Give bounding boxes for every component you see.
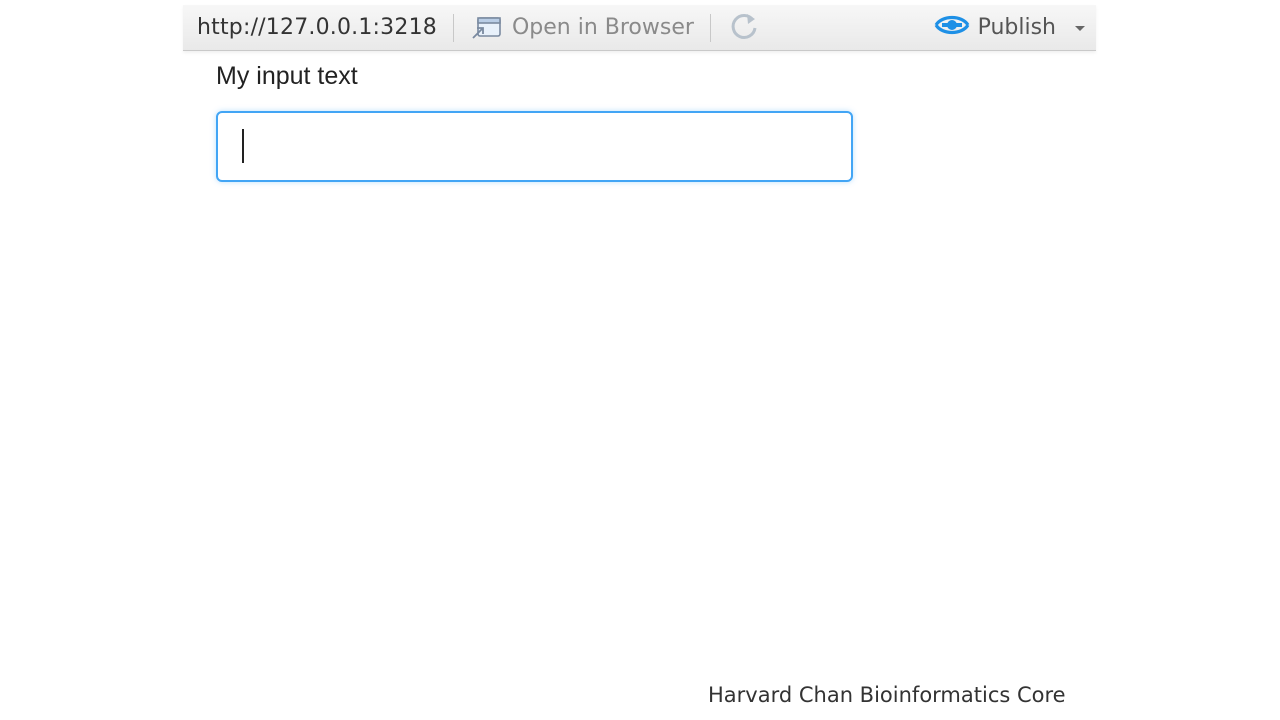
publish-label: Publish xyxy=(977,15,1056,40)
footer-credit: Harvard Chan Bioinformatics Core xyxy=(708,683,1066,707)
input-label: My input text xyxy=(216,62,358,90)
text-cursor xyxy=(242,129,244,163)
app-viewer-window: http://127.0.0.1:3218 Open in Browser Pu… xyxy=(0,0,1280,720)
chevron-down-icon xyxy=(1074,18,1086,37)
publish-dropdown-button[interactable] xyxy=(1074,18,1086,37)
open-in-browser-label: Open in Browser xyxy=(511,15,694,40)
open-in-browser-icon xyxy=(470,15,502,41)
toolbar-divider xyxy=(452,13,454,42)
refresh-icon xyxy=(727,9,761,47)
text-input[interactable] xyxy=(216,111,853,182)
publish-icon xyxy=(934,11,970,45)
publish-button[interactable]: Publish xyxy=(934,11,1056,45)
refresh-button[interactable] xyxy=(727,9,761,47)
url-display: http://127.0.0.1:3218 xyxy=(197,15,437,40)
toolbar-divider xyxy=(709,13,711,42)
open-in-browser-button[interactable]: Open in Browser xyxy=(470,15,694,41)
viewer-toolbar: http://127.0.0.1:3218 Open in Browser Pu… xyxy=(183,5,1096,51)
